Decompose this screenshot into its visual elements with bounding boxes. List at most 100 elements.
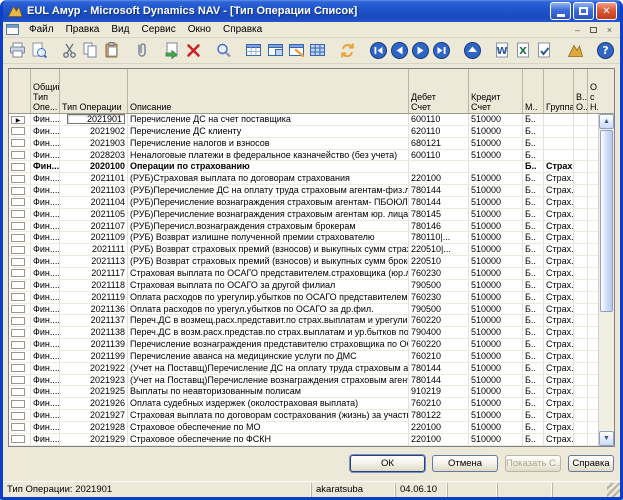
cell-m[interactable]: Б.. xyxy=(523,209,544,220)
cell-gruppa[interactable] xyxy=(544,150,574,161)
cell-debet[interactable]: 220100 xyxy=(409,173,469,184)
row-selector[interactable] xyxy=(9,351,31,362)
cell-obshiy[interactable]: Фин.... xyxy=(31,232,60,243)
refresh-icon[interactable] xyxy=(337,40,358,62)
cell-obshiy[interactable]: Фин.... xyxy=(31,422,60,433)
table-row[interactable]: Фин....2021927Страховая выплата по догов… xyxy=(9,410,598,422)
cell-vo[interactable] xyxy=(574,150,588,161)
cell-opis[interactable]: Страховая выплата по ОСАГО за другой фил… xyxy=(128,280,409,291)
cell-gruppa[interactable]: Страх... xyxy=(544,339,574,350)
print-icon[interactable] xyxy=(7,40,28,62)
row-selector[interactable] xyxy=(9,339,31,350)
cell-kredit[interactable]: 510000 xyxy=(469,244,523,255)
cell-kredit[interactable] xyxy=(469,161,523,172)
table-row[interactable]: Фин....2021929Страховое обеспечение по Ф… xyxy=(9,434,598,446)
table-row[interactable]: Фин....2021119Оплата расходов по урегули… xyxy=(9,292,598,304)
cell-tip[interactable]: 2021902 xyxy=(60,126,128,137)
table-row[interactable]: Фин....2021902Перечисление ДС клиенту620… xyxy=(9,126,598,138)
cell-opis[interactable]: (РУБ)Перечисление вознаграждения страхов… xyxy=(128,209,409,220)
cell-gruppa[interactable]: Страх... xyxy=(544,327,574,338)
scroll-thumb[interactable] xyxy=(600,130,613,312)
resize-grip[interactable] xyxy=(607,483,620,497)
cell-gruppa[interactable]: Страх... xyxy=(544,173,574,184)
focused-cell[interactable]: 2021901 xyxy=(67,114,125,124)
last-record-icon[interactable] xyxy=(431,40,452,62)
cell-m[interactable]: Б.. xyxy=(523,327,544,338)
cell-m[interactable]: Б.. xyxy=(523,232,544,243)
cell-vo[interactable] xyxy=(574,268,588,279)
cell-gruppa[interactable] xyxy=(544,126,574,137)
cell-osn[interactable] xyxy=(588,197,598,208)
cell-obshiy[interactable]: Фин.... xyxy=(31,185,60,196)
cell-gruppa[interactable]: Страх... xyxy=(544,315,574,326)
cell-vo[interactable] xyxy=(574,398,588,409)
cell-m[interactable]: Б.. xyxy=(523,386,544,397)
cell-opis[interactable]: Оплата расходов по урегулир.убытков по О… xyxy=(128,292,409,303)
cell-osn[interactable] xyxy=(588,410,598,421)
table-row[interactable]: Фин....2020100Операции по страхованиюБ..… xyxy=(9,161,598,173)
cell-opis[interactable]: Неналоговые платежи в федеральное казнач… xyxy=(128,150,409,161)
cell-kredit[interactable]: 510000 xyxy=(469,280,523,291)
cell-osn[interactable] xyxy=(588,386,598,397)
cell-tip[interactable]: 2021111 xyxy=(60,244,128,255)
row-selector[interactable] xyxy=(9,398,31,409)
cell-tip[interactable]: 2021137 xyxy=(60,315,128,326)
cell-osn[interactable] xyxy=(588,304,598,315)
form-icon[interactable] xyxy=(6,24,19,35)
row-selector[interactable] xyxy=(9,138,31,149)
cell-debet[interactable]: 760230 xyxy=(409,268,469,279)
cell-obshiy[interactable]: Фин.... xyxy=(31,114,60,125)
cell-opis[interactable]: Страховая выплата по договорам сострахов… xyxy=(128,410,409,421)
cell-gruppa[interactable]: Страх... xyxy=(544,232,574,243)
cell-tip[interactable]: 2021136 xyxy=(60,304,128,315)
maximize-button[interactable] xyxy=(573,2,594,20)
cell-kredit[interactable]: 510000 xyxy=(469,209,523,220)
table-row[interactable]: Фин....2028203Неналоговые платежи в феде… xyxy=(9,150,598,162)
table-row[interactable]: Фин....2021105(РУБ)Перечисление вознагра… xyxy=(9,209,598,221)
cell-osn[interactable] xyxy=(588,339,598,350)
cell-opis[interactable]: (РУБ) Возврат страховых премий (взносов)… xyxy=(128,244,409,255)
cell-gruppa[interactable]: Страх... xyxy=(544,410,574,421)
cell-vo[interactable] xyxy=(574,292,588,303)
cell-tip[interactable]: 2021926 xyxy=(60,398,128,409)
row-selector[interactable] xyxy=(9,173,31,184)
cell-m[interactable]: Б.. xyxy=(523,173,544,184)
cell-tip[interactable]: 2021923 xyxy=(60,375,128,386)
cell-osn[interactable] xyxy=(588,173,598,184)
cell-gruppa[interactable]: Страх... xyxy=(544,256,574,267)
cell-kredit[interactable]: 510000 xyxy=(469,232,523,243)
cell-gruppa[interactable]: Страх... xyxy=(544,268,574,279)
table-row[interactable]: Фин....2021136Оплата расходов по урегул.… xyxy=(9,304,598,316)
row-selector[interactable] xyxy=(9,315,31,326)
menu-help[interactable]: Справка xyxy=(217,23,268,36)
scroll-down-icon[interactable]: ▼ xyxy=(599,431,614,446)
cell-tip[interactable]: 2021117 xyxy=(60,268,128,279)
table-row[interactable]: Фин....2021118Страховая выплата по ОСАГО… xyxy=(9,280,598,292)
cell-osn[interactable] xyxy=(588,244,598,255)
table-row[interactable]: Фин....2021109(РУБ) Возврат излишне полу… xyxy=(9,232,598,244)
mdi-minimize-button[interactable]: – xyxy=(570,23,585,36)
cell-kredit[interactable]: 510000 xyxy=(469,114,523,125)
cell-tip[interactable]: 2021138 xyxy=(60,327,128,338)
cell-kredit[interactable]: 510000 xyxy=(469,363,523,374)
copy-icon[interactable] xyxy=(80,40,101,62)
chart-icon[interactable] xyxy=(565,40,586,62)
cancel-button[interactable]: Отмена xyxy=(432,455,498,472)
cell-opis[interactable]: (Учет на Поставщ)Перечисление вознагражд… xyxy=(128,375,409,386)
cell-kredit[interactable]: 510000 xyxy=(469,173,523,184)
export-word-icon[interactable]: W xyxy=(492,40,513,62)
cell-debet[interactable] xyxy=(409,161,469,172)
cell-gruppa[interactable]: Страх... xyxy=(544,292,574,303)
cell-debet[interactable]: 780144 xyxy=(409,185,469,196)
header-m[interactable]: М.. xyxy=(523,69,544,113)
cell-kredit[interactable]: 510000 xyxy=(469,351,523,362)
cell-kredit[interactable]: 510000 xyxy=(469,256,523,267)
row-selector[interactable] xyxy=(9,292,31,303)
table-row[interactable]: Фин....2021903Перечисление налогов и взн… xyxy=(9,138,598,150)
cell-debet[interactable]: 790500 xyxy=(409,280,469,291)
cell-gruppa[interactable]: Страх... xyxy=(544,161,574,172)
row-selector[interactable]: ▶ xyxy=(9,114,31,125)
cell-vo[interactable] xyxy=(574,185,588,196)
cell-m[interactable]: Б.. xyxy=(523,114,544,125)
cell-vo[interactable] xyxy=(574,363,588,374)
